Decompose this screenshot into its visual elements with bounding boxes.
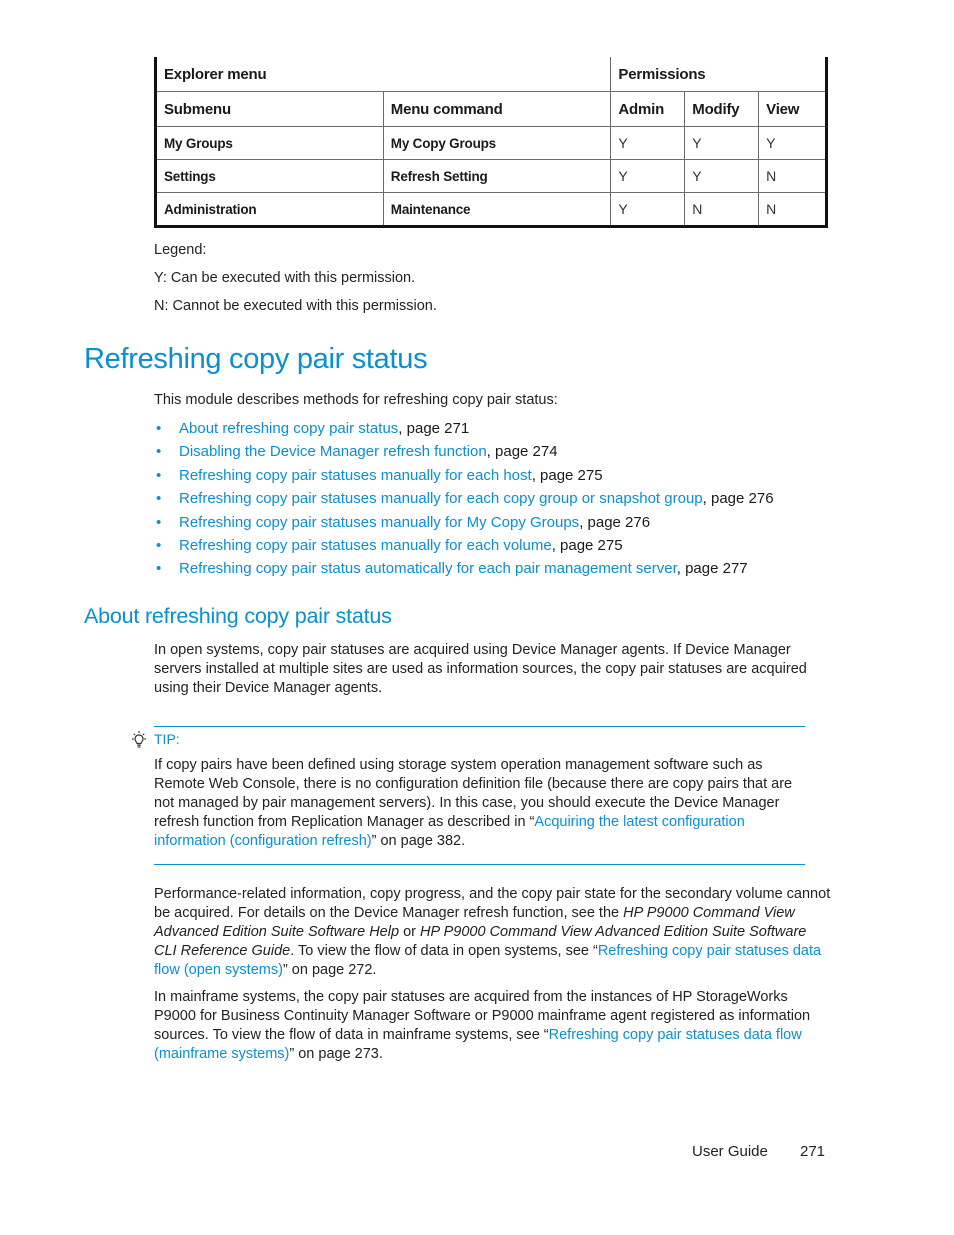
table-row: Administration Maintenance Y N N	[154, 192, 828, 228]
cell-command: Refresh Setting	[382, 159, 612, 193]
cell-command: My Copy Groups	[382, 126, 612, 160]
section-intro: This module describes methods for refres…	[154, 392, 558, 408]
p2-text: or	[399, 924, 420, 940]
footer-label: User Guide	[692, 1143, 768, 1160]
bullet: •	[156, 560, 162, 578]
toc-item: • Refreshing copy pair statuses manually …	[154, 535, 774, 558]
cell-modify: Y	[684, 126, 760, 160]
bullet: •	[156, 536, 162, 554]
p2-text: ” on page 272.	[282, 962, 377, 978]
header-explorer-menu: Explorer menu	[153, 57, 612, 92]
cell-view: N	[758, 192, 828, 228]
subsection-paragraph-2: Performance-related information, copy pr…	[154, 885, 832, 980]
bullet: •	[156, 420, 162, 437]
toc-list: • About refreshing copy pair status, page…	[154, 418, 774, 582]
tip-top-rule	[154, 726, 805, 727]
bullet: •	[156, 466, 162, 484]
cell-modify: Y	[684, 159, 760, 193]
bullet: •	[156, 490, 162, 508]
cell-command: Maintenance	[382, 192, 612, 228]
subsection-paragraph-3: In mainframe systems, the copy pair stat…	[154, 988, 832, 1064]
toc-item: • About refreshing copy pair status, page…	[154, 418, 774, 441]
toc-page: , page 276	[579, 513, 651, 531]
toc-page: , page 275	[531, 466, 603, 484]
table-header-row: Explorer menu Permissions	[153, 57, 828, 92]
header-modify: Modify	[684, 91, 760, 127]
toc-item: • Refreshing copy pair statuses manually …	[154, 465, 774, 488]
legend-n: N: Cannot be executed with this permissi…	[154, 298, 437, 314]
bullet: •	[156, 443, 162, 461]
legend-title: Legend:	[154, 242, 207, 258]
legend-y: Y: Can be executed with this permission.	[154, 270, 416, 286]
tip-text: If copy pairs have been defined using st…	[154, 756, 814, 851]
tip-text-after: ” on page 382.	[371, 833, 466, 849]
toc-item: • Refreshing copy pair statuses manually …	[154, 512, 774, 535]
toc-link[interactable]: Disabling the Device Manager refresh fun…	[179, 443, 487, 460]
header-admin: Admin	[610, 91, 686, 127]
subsection-title: About refreshing copy pair status	[84, 604, 392, 628]
cell-admin: Y	[610, 159, 686, 193]
section-title: Refreshing copy pair status	[84, 343, 428, 375]
toc-link[interactable]: About refreshing copy pair status	[179, 420, 398, 437]
toc-item: • Refreshing copy pair status automatical…	[154, 558, 774, 581]
toc-page: , page 276	[702, 490, 774, 508]
toc-page: , page 275	[551, 536, 623, 554]
table-row: My Groups My Copy Groups Y Y Y	[154, 126, 828, 160]
tip-bottom-rule	[154, 864, 805, 865]
header-view: View	[758, 91, 828, 127]
toc-link[interactable]: Refreshing copy pair statuses manually f…	[179, 514, 579, 531]
table-row: Settings Refresh Setting Y Y N	[154, 159, 828, 193]
cell-submenu: Settings	[154, 159, 384, 193]
toc-link[interactable]: Refreshing copy pair statuses manually f…	[179, 490, 703, 507]
toc-link[interactable]: Refreshing copy pair status automaticall…	[179, 560, 677, 577]
permissions-table: Explorer menu Permissions Submenu Menu c…	[153, 57, 828, 228]
cell-view: Y	[758, 126, 828, 160]
header-menu-command: Menu command	[382, 91, 612, 127]
cell-admin: Y	[610, 126, 686, 160]
cell-modify: N	[684, 192, 760, 228]
toc-page: , page 277	[676, 560, 748, 578]
cell-submenu: My Groups	[154, 126, 384, 160]
page-number: 271	[800, 1143, 826, 1160]
subsection-paragraph-1: In open systems, copy pair statuses are …	[154, 642, 807, 696]
toc-item: • Refreshing copy pair statuses manually …	[154, 488, 774, 511]
lightbulb-icon	[132, 731, 146, 748]
bullet: •	[156, 513, 162, 531]
cell-view: N	[758, 159, 828, 193]
cell-submenu: Administration	[154, 192, 384, 228]
table-subheader-row: Submenu Menu command Admin Modify View	[154, 91, 828, 127]
tip-label: TIP:	[154, 731, 180, 747]
p3-text: ” on page 273.	[289, 1046, 383, 1062]
toc-page: , page 274	[486, 443, 558, 461]
header-submenu: Submenu	[154, 91, 384, 127]
header-permissions: Permissions	[610, 57, 828, 92]
toc-item: • Disabling the Device Manager refresh fu…	[154, 441, 774, 464]
toc-link[interactable]: Refreshing copy pair statuses manually f…	[179, 467, 532, 484]
toc-link[interactable]: Refreshing copy pair statuses manually f…	[179, 537, 552, 554]
toc-page: , page 271	[398, 420, 470, 437]
p2-text: . To view the flow of data in open syste…	[290, 943, 598, 959]
cell-admin: Y	[610, 192, 686, 228]
